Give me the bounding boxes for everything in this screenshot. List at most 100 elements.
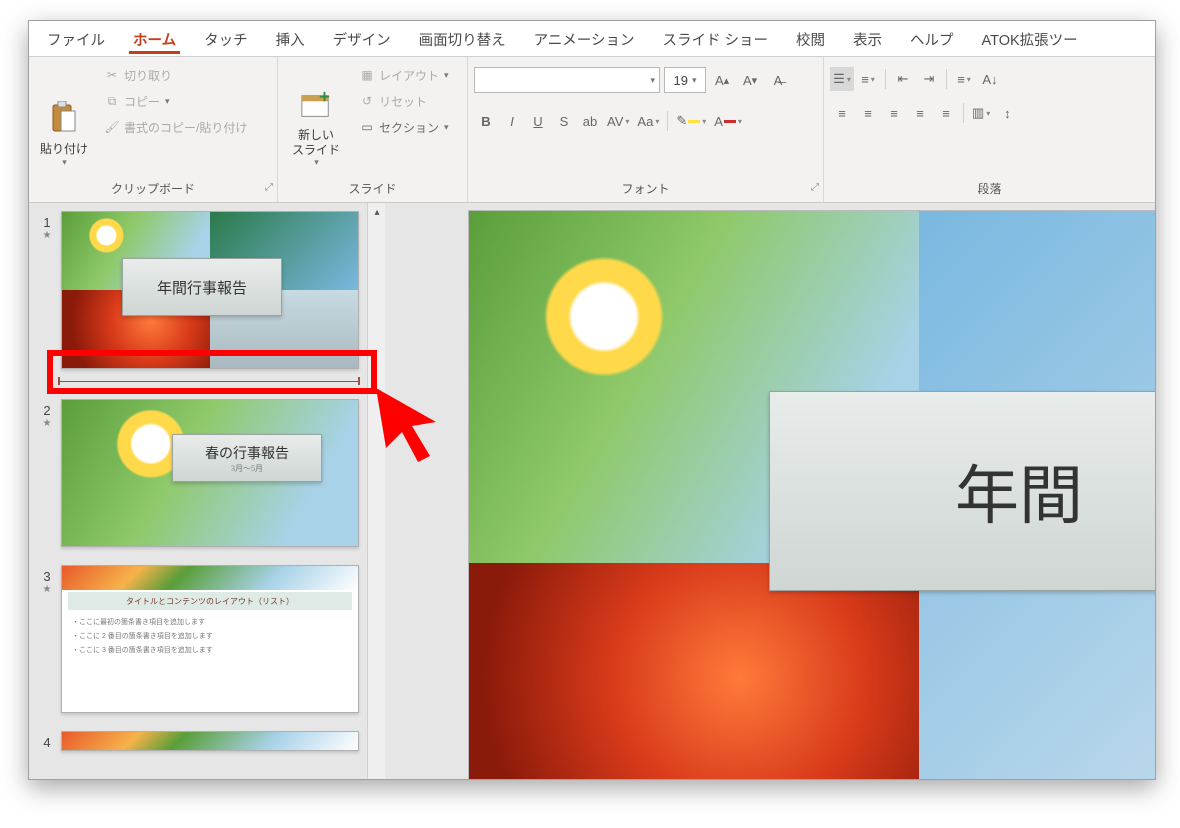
decrease-indent-button[interactable]: ⇤ <box>891 67 915 91</box>
line-spacing-button[interactable]: ≡▾ <box>952 67 976 91</box>
tab-insert[interactable]: 挿入 <box>262 23 319 54</box>
tab-touch[interactable]: タッチ <box>190 23 262 54</box>
slide-thumbnail-pane[interactable]: 1★ 年間行事報告 2★ 春の行事報告 <box>29 203 385 779</box>
slide-title: タイトルとコンテンツのレイアウト（リスト） <box>68 592 352 610</box>
line-spacing-icon: ≡ <box>957 72 965 87</box>
section-button[interactable]: ▭ セクション ▾ <box>354 115 454 139</box>
tab-review[interactable]: 校閲 <box>782 23 839 54</box>
align-left-button[interactable]: ≡ <box>830 101 854 125</box>
scissors-icon: ✂ <box>104 67 120 83</box>
font-color-icon: A <box>714 114 723 129</box>
slide-title-placeholder[interactable]: 年間 <box>769 391 1155 591</box>
slide-thumbnail-2[interactable]: 2★ 春の行事報告 3月～5月 <box>33 399 359 547</box>
font-name-combo[interactable]: ▾ <box>474 67 660 93</box>
columns-icon: ▥ <box>972 105 984 121</box>
paste-label: 貼り付け <box>40 140 88 157</box>
clear-formatting-button[interactable]: A̶ <box>766 68 790 92</box>
sort-icon: A↓ <box>982 72 997 87</box>
tab-home[interactable]: ホーム <box>119 23 190 54</box>
paste-button[interactable]: 貼り付け ▾ <box>35 61 93 173</box>
layout-button[interactable]: ▦ レイアウト ▾ <box>354 63 454 87</box>
justify-icon: ≡ <box>916 106 924 121</box>
bullets-button[interactable]: ☰▾ <box>830 67 854 91</box>
separator <box>946 69 947 89</box>
numbering-button[interactable]: ≡▾ <box>856 67 880 91</box>
tab-atok[interactable]: ATOK拡張ツー <box>968 23 1092 54</box>
copy-button[interactable]: ⧉ コピー ▾ <box>99 89 252 113</box>
tab-view[interactable]: 表示 <box>839 23 896 54</box>
cut-label: 切り取り <box>124 67 172 84</box>
group-slides: 新しい スライド ▾ ▦ レイアウト ▾ ↺ リセット ▭ セクシ <box>277 57 467 202</box>
group-font: ▾ 19▾ A▴ A▾ A̶ B I U S ab AV▾ Aa▾ ✎▾ A▾ <box>467 57 823 202</box>
workspace: 1★ 年間行事報告 2★ 春の行事報告 <box>29 203 1155 779</box>
slide-title: 春の行事報告 3月～5月 <box>172 434 322 482</box>
reset-icon: ↺ <box>359 93 375 109</box>
format-painter-label: 書式のコピー/貼り付け <box>124 119 247 136</box>
chevron-down-icon: ▾ <box>444 122 449 133</box>
tab-animations[interactable]: アニメーション <box>520 23 649 54</box>
powerpoint-window: ファイル ホーム タッチ 挿入 デザイン 画面切り替え アニメーション スライド… <box>28 20 1156 780</box>
scroll-up-icon[interactable]: ▴ <box>368 203 385 221</box>
tab-slideshow[interactable]: スライド ショー <box>649 23 783 54</box>
thumbnail-scrollbar[interactable]: ▴ <box>367 203 385 779</box>
separator <box>963 103 964 123</box>
justify-button[interactable]: ≡ <box>908 101 932 125</box>
cut-button[interactable]: ✂ 切り取り <box>99 63 252 87</box>
new-slide-icon <box>300 90 332 122</box>
slide-thumbnail-3[interactable]: 3★ タイトルとコンテンツのレイアウト（リスト） ・ここに最初の箇条書き項目を追… <box>33 565 359 713</box>
align-left-icon: ≡ <box>838 106 846 121</box>
dialog-launcher-icon[interactable]: ⤢ <box>811 182 819 193</box>
strikethrough-button[interactable]: S <box>552 109 576 133</box>
group-clipboard: 貼り付け ▾ ✂ 切り取り ⧉ コピー ▾ 🖌 書式のコピー/貼 <box>29 57 277 202</box>
new-slide-label: 新しい スライド <box>292 128 340 157</box>
sort-button[interactable]: A↓ <box>978 67 1002 91</box>
chevron-down-icon: ▾ <box>444 70 449 81</box>
slide-canvas[interactable]: 年間 <box>469 211 1155 779</box>
distributed-button[interactable]: ≡ <box>934 101 958 125</box>
group-slides-label: スライド <box>284 180 461 202</box>
layout-label: レイアウト <box>379 67 439 84</box>
increase-font-button[interactable]: A▴ <box>710 68 734 92</box>
shadow-button[interactable]: ab <box>578 109 602 133</box>
chevron-down-icon: ▾ <box>314 157 319 168</box>
align-right-button[interactable]: ≡ <box>882 101 906 125</box>
format-painter-icon: 🖌 <box>104 119 120 135</box>
reset-label: リセット <box>379 93 427 110</box>
group-font-label: フォント ⤢ <box>474 180 817 202</box>
decrease-font-button[interactable]: A▾ <box>738 68 762 92</box>
slide-edit-area[interactable]: 年間 <box>385 203 1155 779</box>
text-direction-button[interactable]: ↕ <box>995 101 1019 125</box>
tab-transitions[interactable]: 画面切り替え <box>405 23 520 54</box>
slide-number: 1★ <box>33 211 61 369</box>
text-direction-icon: ↕ <box>1004 106 1011 121</box>
slide-thumbnail-1[interactable]: 1★ 年間行事報告 <box>33 211 359 369</box>
copy-label: コピー <box>124 93 160 110</box>
align-center-button[interactable]: ≡ <box>856 101 880 125</box>
change-case-button[interactable]: Aa▾ <box>634 109 662 133</box>
reset-button[interactable]: ↺ リセット <box>354 89 454 113</box>
outdent-icon: ⇤ <box>898 71 909 87</box>
section-icon: ▭ <box>359 119 375 135</box>
font-size-combo[interactable]: 19▾ <box>664 67 706 93</box>
highlight-button[interactable]: ✎▾ <box>673 109 709 133</box>
new-slide-button[interactable]: 新しい スライド ▾ <box>284 61 348 173</box>
tab-help[interactable]: ヘルプ <box>896 23 968 54</box>
tab-design[interactable]: デザイン <box>319 23 405 54</box>
slide-thumbnail-4[interactable]: 4 <box>33 731 359 751</box>
dialog-launcher-icon[interactable]: ⤢ <box>265 182 273 193</box>
highlight-icon: ✎ <box>676 113 687 129</box>
bullets-icon: ☰ <box>833 71 845 87</box>
increase-indent-button[interactable]: ⇥ <box>917 67 941 91</box>
format-painter-button[interactable]: 🖌 書式のコピー/貼り付け <box>99 115 252 139</box>
group-paragraph: ☰▾ ≡▾ ⇤ ⇥ ≡▾ A↓ ≡ ≡ ≡ ≡ ≡ ▥▾ <box>823 57 1155 202</box>
underline-button[interactable]: U <box>526 109 550 133</box>
columns-button[interactable]: ▥▾ <box>969 101 993 125</box>
italic-button[interactable]: I <box>500 109 524 133</box>
font-color-button[interactable]: A▾ <box>711 109 745 133</box>
animation-indicator-icon: ★ <box>33 230 61 241</box>
tab-file[interactable]: ファイル <box>33 23 119 54</box>
bold-button[interactable]: B <box>474 109 498 133</box>
separator <box>667 111 668 131</box>
slide-insertion-indicator <box>59 381 359 382</box>
char-spacing-button[interactable]: AV▾ <box>604 109 632 133</box>
